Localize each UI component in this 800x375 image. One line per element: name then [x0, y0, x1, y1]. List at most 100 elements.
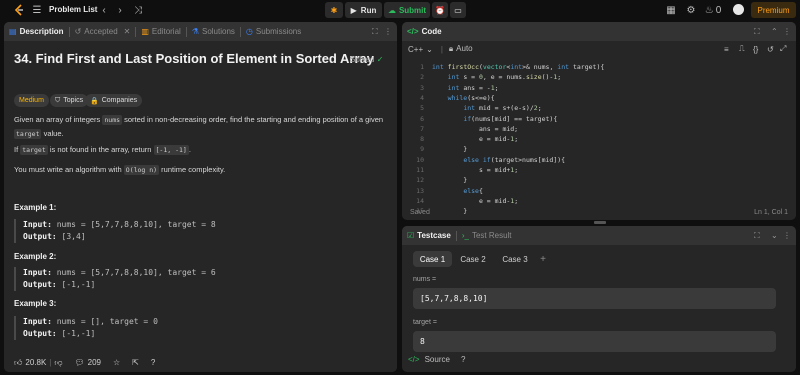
- more-icon[interactable]: ⋮: [384, 27, 392, 36]
- tab-submissions[interactable]: ◷ Submissions: [241, 22, 306, 41]
- avatar[interactable]: [733, 4, 744, 15]
- case-tab-2[interactable]: Case 2: [455, 251, 491, 267]
- text: sorted in non-decreasing order, find the…: [122, 115, 384, 124]
- line-number: 9: [420, 145, 424, 154]
- case-tab-1[interactable]: Case 1: [413, 251, 452, 267]
- case-tab-3[interactable]: Case 3: [497, 251, 533, 267]
- bookmark-icon[interactable]: ⎍: [739, 44, 745, 54]
- input-label: Input:: [23, 317, 52, 326]
- example-output: [3,4]: [61, 232, 86, 241]
- example-title: Example 3:: [14, 299, 57, 308]
- tab-test-result-label: Test Result: [471, 231, 512, 240]
- list-icon[interactable]: ☰: [31, 4, 43, 16]
- debug-button[interactable]: ✱: [325, 2, 343, 18]
- line-number: 14: [416, 196, 424, 205]
- more-icon[interactable]: ⋮: [783, 231, 791, 240]
- help-icon[interactable]: ?: [461, 355, 465, 364]
- braces-icon[interactable]: {}: [753, 45, 758, 54]
- panel-resize-handle[interactable]: [402, 221, 796, 224]
- leetcode-logo-icon[interactable]: [12, 3, 26, 17]
- example-title: Example 1:: [14, 203, 57, 212]
- inline-code: [-1, -1]: [153, 145, 189, 155]
- line-number: 8: [420, 135, 424, 144]
- reset-icon[interactable]: ↺: [767, 45, 774, 54]
- code-line: int s = 0, e = nums.size()-1;: [447, 73, 562, 82]
- thumbs-down-icon[interactable]: 👎︎: [54, 358, 62, 368]
- tab-testcase[interactable]: ☑ Testcase: [402, 226, 456, 245]
- line-number: 5: [420, 104, 424, 113]
- example-block: Input: nums = [], target = 0 Output: [-1…: [14, 316, 374, 340]
- tab-description[interactable]: ▤ Description: [4, 22, 69, 41]
- problem-list-link[interactable]: Problem List: [49, 5, 97, 14]
- tab-solutions[interactable]: ⚗ Solutions: [187, 22, 240, 41]
- code-line: if(nums[mid] == target){: [463, 114, 558, 123]
- maximize-icon[interactable]: ⛶: [754, 27, 760, 37]
- run-button[interactable]: ▶ Run: [345, 2, 382, 18]
- source-bar: </> Source ?: [408, 355, 465, 364]
- code-line: s = mid+1;: [432, 166, 519, 174]
- output-label: Output:: [23, 280, 57, 289]
- timer-button[interactable]: ⏰: [432, 2, 448, 18]
- code-line: e = mid-1;: [432, 196, 519, 205]
- settings-gear-icon[interactable]: ⚙: [685, 4, 697, 16]
- line-number: 10: [416, 155, 424, 164]
- description-tabbar: ▤ Description ↺ Accepted ✕ ▥ Editorial ⚗…: [4, 22, 397, 41]
- inline-code: nums: [102, 115, 123, 125]
- shuffle-icon[interactable]: ⤨: [132, 4, 144, 16]
- code-line: while(s<=e){: [447, 93, 495, 102]
- source-link[interactable]: Source: [425, 355, 450, 364]
- text: runtime complexity.: [159, 165, 226, 174]
- target-input[interactable]: 8: [413, 331, 776, 352]
- input-label: Input:: [23, 220, 52, 229]
- code-line: ans = mid;: [432, 124, 519, 133]
- tab-solutions-label: Solutions: [201, 27, 235, 36]
- fullscreen-icon[interactable]: ⤢: [780, 44, 786, 54]
- collapse-icon[interactable]: ⌄: [771, 231, 778, 240]
- auto-mode[interactable]: 🔒︎ Auto: [449, 44, 473, 54]
- example-output: [-1,-1]: [61, 280, 96, 289]
- maximize-icon[interactable]: ⛶: [754, 231, 760, 241]
- submit-button[interactable]: ☁ Submit: [384, 2, 430, 18]
- tab-editorial[interactable]: ▥ Editorial: [136, 22, 185, 41]
- tab-test-result[interactable]: ›_ Test Result: [457, 226, 517, 245]
- maximize-icon[interactable]: ⛶: [372, 27, 378, 37]
- example-block: Input: nums = [5,7,7,8,8,10], target = 8…: [14, 219, 374, 243]
- inline-code: O(log n): [123, 165, 160, 175]
- code-line: int mid = s+(e-s)/2;: [463, 104, 542, 113]
- streak-counter[interactable]: ♨ 0: [703, 4, 723, 16]
- difficulty-badge: Medium: [14, 94, 49, 107]
- next-problem-icon[interactable]: ›: [114, 4, 126, 16]
- code-line: else if(target>nums[mid]){: [463, 155, 566, 164]
- topics-label: Topics: [63, 97, 84, 104]
- share-icon[interactable]: ⇱: [132, 358, 139, 367]
- premium-button[interactable]: Premium: [751, 2, 796, 18]
- close-icon[interactable]: ✕: [124, 27, 131, 36]
- collapse-icon[interactable]: ⌃: [771, 27, 778, 36]
- comments-button[interactable]: 💬︎ 209: [74, 358, 101, 367]
- example-block: Input: nums = [5,7,7,8,8,10], target = 6…: [14, 267, 374, 291]
- text: .: [188, 145, 191, 154]
- companies-chip[interactable]: 🔒 Companies: [85, 94, 143, 107]
- output-label: Output:: [23, 232, 57, 241]
- tab-code[interactable]: </> Code: [402, 22, 447, 41]
- notes-button[interactable]: ▭: [450, 2, 466, 18]
- line-number: 13: [416, 186, 424, 195]
- nums-input[interactable]: [5,7,7,8,8,10]: [413, 288, 776, 309]
- line-number: 2: [420, 73, 424, 82]
- layout-grid-icon[interactable]: ▦: [665, 4, 677, 16]
- help-icon[interactable]: ?: [151, 358, 155, 367]
- format-icon[interactable]: ≡: [724, 45, 729, 54]
- topics-chip[interactable]: ⛉ Topics: [50, 94, 89, 107]
- prev-problem-icon[interactable]: ‹: [98, 4, 110, 16]
- auto-label: Auto: [456, 44, 473, 53]
- terminal-icon: ›_: [461, 231, 469, 240]
- like-button[interactable]: 👍︎ 20.8K | 👎︎: [14, 358, 62, 368]
- text: You must write an algorithm with: [14, 165, 124, 174]
- tab-accepted[interactable]: ↺ Accepted ✕: [70, 22, 136, 41]
- more-icon[interactable]: ⋮: [783, 27, 791, 36]
- text: value.: [41, 129, 64, 138]
- add-case-button[interactable]: +: [537, 251, 549, 267]
- language-select[interactable]: C++ ⌄: [408, 45, 433, 54]
- example-input: nums = [5,7,7,8,8,10], target = 8: [56, 220, 216, 229]
- star-icon[interactable]: ☆: [113, 358, 120, 367]
